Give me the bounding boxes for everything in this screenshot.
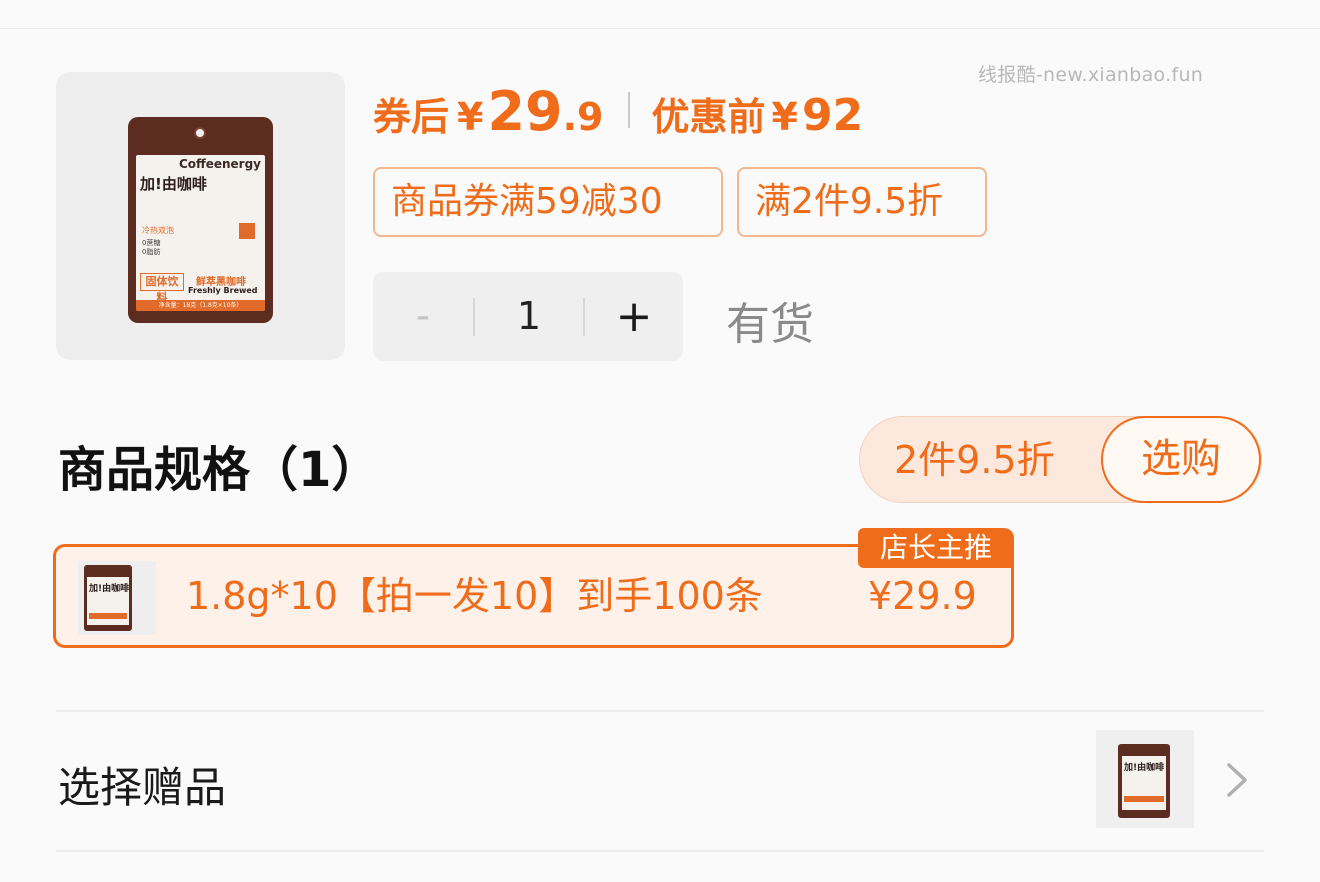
promo-pill: 2件9.5折 选购	[859, 416, 1262, 503]
recommend-badge: 店长主推	[858, 528, 1014, 568]
after-coupon-label: 券后	[373, 95, 450, 139]
spec-option-label: 1.8g*10【拍一发10】到手100条	[186, 574, 763, 618]
promo-text: 2件9.5折	[894, 438, 1055, 482]
pouch-type: 固体饮料	[140, 273, 184, 304]
gift-pouch-image: 加!由咖啡	[1118, 744, 1170, 818]
select-buy-button[interactable]: 选购	[1101, 416, 1261, 503]
gift-thumbnail[interactable]: 加!由咖啡	[1096, 730, 1194, 828]
coupon-tag[interactable]: 满2件9.5折	[737, 167, 987, 237]
section-divider	[56, 710, 1264, 712]
gift-pouch-band	[1124, 796, 1164, 802]
pouch-band: 固体饮料 鲜萃黑咖啡 Freshly Brewed	[136, 273, 265, 304]
currency-symbol: ¥	[457, 95, 484, 139]
watermark: 线报酷-new.xianbao.fun	[978, 64, 1204, 86]
before-discount-price: 92	[801, 90, 864, 141]
coffee-pouch-image: Coffeenergy 加!由咖啡 冷热双泡 0蔗糖 0脂肪 固体饮料 鲜萃黑咖…	[128, 117, 273, 323]
stock-status: 有货	[726, 299, 814, 350]
pouch-brand-en: Coffeenergy	[178, 157, 261, 171]
pouch-net-weight: 净含量：18克（1.8克×10条）	[136, 300, 265, 311]
mini-pouch-label: 加!由咖啡	[87, 577, 129, 625]
decrease-button[interactable]: -	[373, 272, 473, 361]
pouch-label: Coffeenergy 加!由咖啡 冷热双泡 0蔗糖 0脂肪 固体饮料 鲜萃黑咖…	[136, 155, 265, 311]
price-separator	[627, 92, 630, 128]
quantity-stepper: - 1 +	[373, 272, 683, 361]
mini-pouch-text: 加!由咖啡	[89, 584, 130, 594]
mini-pouch-image: 加!由咖啡	[84, 565, 132, 631]
spec-option-selected[interactable]: 加!由咖啡 1.8g*10【拍一发10】到手100条 ¥29.9 店长主推	[53, 528, 1014, 648]
price-row: 券后 ¥ 29 .9 优惠前 ¥ 92	[373, 80, 864, 143]
gift-pouch-label: 加!由咖啡	[1122, 756, 1166, 810]
pouch-notes: 0蔗糖 0脂肪	[142, 239, 161, 256]
pouch-logo-icon	[239, 223, 255, 239]
increase-button[interactable]: +	[585, 272, 683, 361]
coupon-tag[interactable]: 商品券满59减30	[373, 167, 723, 237]
spec-option-thumbnail: 加!由咖啡	[78, 561, 156, 635]
after-coupon-price-dec: .9	[562, 95, 604, 139]
pouch-hotcold: 冷热双泡	[142, 226, 174, 235]
chevron-right-icon[interactable]	[1218, 762, 1254, 798]
before-discount-label: 优惠前	[651, 95, 766, 139]
gift-pouch-text: 加!由咖啡	[1124, 763, 1165, 773]
after-coupon-price-int: 29	[487, 80, 563, 143]
quantity-value[interactable]: 1	[475, 272, 583, 361]
section-divider	[56, 850, 1264, 852]
top-divider	[0, 28, 1320, 29]
currency-symbol: ¥	[771, 95, 798, 139]
pouch-brand-cn: 加!由咖啡	[140, 175, 207, 193]
mini-pouch-band	[89, 613, 127, 619]
pouch-brewed: Freshly Brewed	[188, 286, 258, 295]
product-image[interactable]: Coffeenergy 加!由咖啡 冷热双泡 0蔗糖 0脂肪 固体饮料 鲜萃黑咖…	[56, 72, 345, 360]
spec-section-title: 商品规格（1）	[58, 442, 380, 498]
select-gift-label[interactable]: 选择赠品	[58, 754, 226, 815]
pouch-hang-hole	[194, 127, 206, 139]
